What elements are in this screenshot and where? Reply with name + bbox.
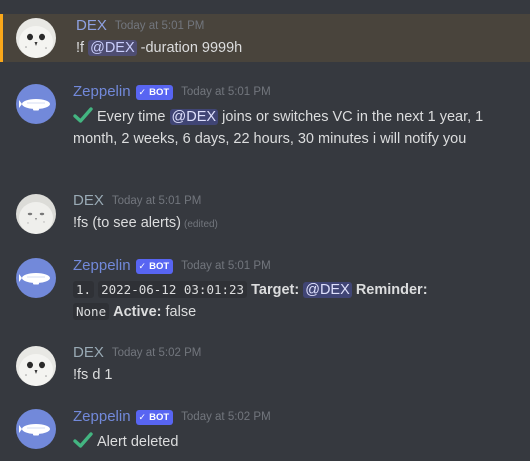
verified-check-icon: ✓ bbox=[138, 411, 147, 422]
timestamp[interactable]: Today at 5:02 PM bbox=[181, 406, 271, 428]
code-datetime: 2022-06-12 03:01:23 bbox=[98, 281, 248, 298]
message-content: !fs (to see alerts) (edited) bbox=[73, 212, 520, 236]
text-suffix: -duration 9999h bbox=[136, 40, 243, 56]
author-name[interactable]: Zeppelin bbox=[73, 81, 131, 103]
timestamp[interactable]: Today at 5:02 PM bbox=[112, 342, 202, 364]
message-header: Zeppelin ✓ BOT Today at 5:02 PM bbox=[73, 406, 520, 428]
text-before: Every time bbox=[97, 109, 170, 125]
reminder-label: Reminder: bbox=[355, 282, 428, 298]
message-3: DEX Today at 5:01 PM !fs (to see alerts)… bbox=[0, 190, 530, 236]
message-header: DEX Today at 5:01 PM bbox=[76, 15, 520, 37]
dex-avatar[interactable] bbox=[16, 194, 56, 234]
zeppelin-avatar[interactable] bbox=[16, 84, 56, 124]
bot-tag: ✓ BOT bbox=[135, 84, 174, 100]
timestamp[interactable]: Today at 5:01 PM bbox=[181, 255, 271, 277]
message-header: DEX Today at 5:01 PM bbox=[73, 190, 520, 212]
text-prefix: !f bbox=[76, 40, 89, 56]
white-heavy-check-mark-icon bbox=[73, 432, 93, 448]
dex-avatar[interactable] bbox=[16, 346, 56, 386]
timestamp[interactable]: Today at 5:01 PM bbox=[181, 81, 271, 103]
message-content: !fs d 1 bbox=[73, 364, 520, 386]
target-label: Target: bbox=[251, 282, 300, 298]
message-2: Zeppelin ✓ BOT Today at 5:01 PM Every tim… bbox=[0, 81, 530, 150]
message-header: Zeppelin ✓ BOT Today at 5:01 PM bbox=[73, 81, 520, 103]
user-mention[interactable]: @DEX bbox=[88, 40, 137, 56]
message-4: Zeppelin ✓ BOT Today at 5:01 PM 1. 2022-0… bbox=[0, 255, 530, 323]
timestamp[interactable]: Today at 5:01 PM bbox=[112, 190, 202, 212]
author-name[interactable]: Zeppelin bbox=[73, 406, 131, 428]
message-6: Zeppelin ✓ BOT Today at 5:02 PM Alert del… bbox=[0, 406, 530, 453]
author-name[interactable]: Zeppelin bbox=[73, 255, 131, 277]
message-header: DEX Today at 5:02 PM bbox=[73, 342, 520, 364]
message-text: !fs d 1 bbox=[73, 367, 113, 383]
zeppelin-avatar[interactable] bbox=[16, 409, 56, 449]
dex-avatar[interactable] bbox=[16, 18, 56, 58]
code-reminder: None bbox=[73, 303, 110, 320]
message-content: Alert deleted bbox=[73, 428, 520, 453]
bot-tag: ✓ BOT bbox=[135, 409, 174, 425]
author-name[interactable]: DEX bbox=[76, 15, 107, 37]
verified-check-icon: ✓ bbox=[138, 86, 147, 97]
active-label: Active: bbox=[113, 304, 162, 320]
message-content: Every time @DEX joins or switches VC in … bbox=[73, 103, 520, 150]
message-header: Zeppelin ✓ BOT Today at 5:01 PM bbox=[73, 255, 520, 277]
verified-check-icon: ✓ bbox=[138, 260, 147, 271]
user-mention[interactable]: @DEX bbox=[303, 282, 352, 298]
message-content: 1. 2022-06-12 03:01:23 Target: @DEX Remi… bbox=[73, 277, 520, 323]
user-mention[interactable]: @DEX bbox=[169, 109, 219, 125]
edited-label: (edited) bbox=[183, 219, 218, 230]
message-1: DEX Today at 5:01 PM !f @DEX -duration 9… bbox=[0, 14, 530, 62]
active-value: false bbox=[161, 304, 197, 320]
author-name[interactable]: DEX bbox=[73, 190, 104, 212]
code-index: 1. bbox=[73, 281, 95, 298]
white-heavy-check-mark-icon bbox=[73, 107, 93, 123]
zeppelin-avatar[interactable] bbox=[16, 258, 56, 298]
message-text: Alert deleted bbox=[97, 434, 179, 450]
message-5: DEX Today at 5:02 PM !fs d 1 bbox=[0, 342, 530, 386]
timestamp[interactable]: Today at 5:01 PM bbox=[115, 15, 205, 37]
message-text: !fs (to see alerts) bbox=[73, 215, 181, 231]
message-content: !f @DEX -duration 9999h bbox=[76, 37, 520, 59]
author-name[interactable]: DEX bbox=[73, 342, 104, 364]
bot-tag: ✓ BOT bbox=[135, 258, 174, 274]
